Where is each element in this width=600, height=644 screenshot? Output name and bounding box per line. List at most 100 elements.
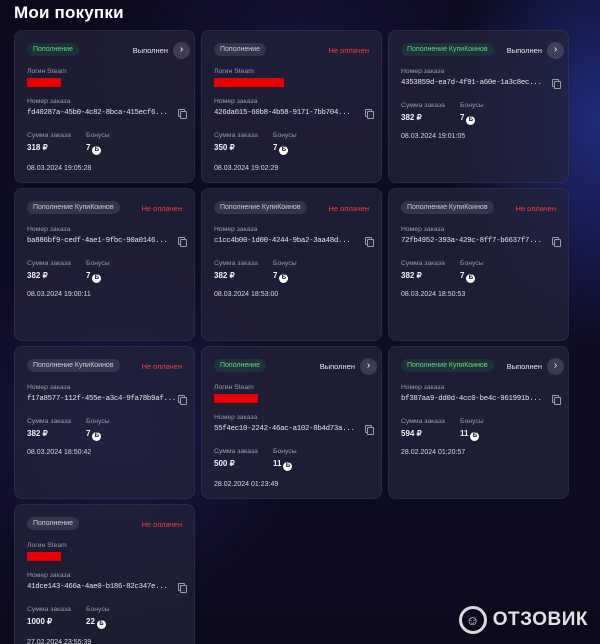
order-sum: 382 ₽ — [401, 113, 422, 122]
bonus-value: 7 — [273, 143, 278, 152]
copy-icon[interactable] — [552, 395, 561, 405]
order-number: 41dce143-466a-4ae0-b186-82c347e... — [27, 583, 168, 591]
order-status: Не оплачен — [328, 46, 369, 55]
purchase-type-badge: Пополнение КупиКоинов — [401, 359, 494, 372]
order-sum-label: Сумма заказа — [401, 260, 445, 267]
bonuses-label: Бонусы — [86, 260, 110, 267]
order-number: ba886bf9-cedf-4ae1-9fbc-90a0146... — [27, 237, 168, 245]
order-date: 08.03.2024 19:05:28 — [27, 165, 92, 172]
bonuses-label: Бонусы — [273, 132, 297, 139]
redacted-login — [214, 78, 284, 87]
bonuses-label: Бонусы — [273, 448, 297, 455]
order-number-label: Номер заказа — [214, 98, 258, 105]
chevron-right-icon[interactable]: › — [173, 42, 190, 59]
copy-icon[interactable] — [178, 583, 187, 593]
order-number-label: Номер заказа — [214, 414, 258, 421]
chevron-right-icon[interactable]: › — [360, 358, 377, 375]
order-date: 08.03.2024 19:02:29 — [214, 165, 279, 172]
order-number: f17a8577-112f-455e-a3c4-9fa78b9af... — [27, 395, 176, 403]
copy-icon[interactable] — [365, 425, 374, 435]
chevron-right-icon[interactable]: › — [547, 358, 564, 375]
order-sum-label: Сумма заказа — [214, 260, 258, 267]
bonus-coin-icon: Б — [466, 274, 476, 283]
order-number-label: Номер заказа — [401, 68, 445, 75]
copy-icon[interactable] — [552, 79, 561, 89]
bonus-value: 11 — [273, 459, 282, 468]
order-sum: 594 ₽ — [401, 429, 422, 438]
bonus-amount: 7Б — [273, 271, 289, 283]
order-date: 08.03.2024 18:50:53 — [401, 291, 466, 298]
purchase-type-badge: Пополнение — [27, 43, 79, 56]
bonuses-label: Бонусы — [460, 102, 484, 109]
order-number: 55f4ec10-2242-46ac-a102-8b4d73a... — [214, 425, 355, 433]
copy-icon[interactable] — [178, 237, 187, 247]
order-status: Выполнен — [506, 362, 542, 371]
bonus-coin-icon: Б — [279, 274, 289, 283]
bonus-coin-icon: Б — [92, 432, 102, 441]
order-sum-label: Сумма заказа — [27, 132, 71, 139]
order-status: Не оплачен — [141, 362, 182, 371]
purchase-type-badge: Пополнение КупиКоинов — [214, 201, 307, 214]
order-status: Выполнен — [132, 46, 168, 55]
bonus-amount: 22 Б — [86, 617, 106, 629]
copy-icon[interactable] — [552, 237, 561, 247]
purchase-card[interactable]: Пополнение КупиКоинов Не оплачен Номер зак… — [14, 346, 195, 499]
order-status: Не оплачен — [515, 204, 556, 213]
otzovik-logo-icon: ☺ — [458, 606, 487, 634]
copy-icon[interactable] — [178, 395, 187, 405]
order-status: Не оплачен — [141, 204, 182, 213]
bonuses-label: Бонусы — [460, 260, 484, 267]
steam-login-label: Логин Steam — [27, 542, 67, 549]
purchase-card[interactable]: Пополнение КупиКоинов Не оплачен Номер зак… — [14, 188, 195, 341]
bonuses-label: Бонусы — [86, 132, 110, 139]
steam-login-label: Логин Steam — [27, 68, 67, 75]
purchase-card[interactable]: Пополнение КупиКоинов Выполнен › Номер зака… — [388, 346, 569, 499]
order-sum: 350 ₽ — [214, 143, 235, 152]
bonus-value: 11 — [460, 429, 469, 438]
bonus-coin-icon: Б — [92, 274, 102, 283]
order-number-label: Номер заказа — [401, 384, 445, 391]
chevron-right-icon[interactable]: › — [547, 42, 564, 59]
order-number: fd40287a-45b0-4c82-8bca-415ecf6... — [27, 109, 168, 117]
bonus-amount: 11 Б — [460, 429, 480, 441]
bonus-value: 7 — [273, 271, 278, 280]
order-number-label: Номер заказа — [401, 226, 445, 233]
order-sum-label: Сумма заказа — [27, 418, 71, 425]
bonus-amount: 7Б — [86, 429, 102, 441]
order-sum: 382 ₽ — [401, 271, 422, 280]
purchase-type-badge: Пополнение КупиКоинов — [27, 201, 120, 214]
bonus-amount: 7Б — [273, 143, 289, 155]
order-number: bf387aa9-dd0d-4cc0-be4c-961991b... — [401, 395, 542, 403]
purchase-card[interactable]: Пополнение Выполнен › Логин Steam Номер зака… — [201, 346, 382, 499]
order-number-label: Номер заказа — [214, 226, 258, 233]
purchase-card[interactable]: Пополнение КупиКоинов Выполнен › Номер зака… — [388, 30, 569, 183]
purchase-type-badge: Пополнение — [214, 43, 266, 56]
order-sum-label: Сумма заказа — [401, 418, 445, 425]
order-number: 72fb4952-393a-429c-8ff7-b6637f7... — [401, 237, 542, 245]
copy-icon[interactable] — [365, 109, 374, 119]
purchase-type-badge: Пополнение — [214, 359, 266, 372]
purchase-card[interactable]: Пополнение КупиКоинов Не оплачен Номер зак… — [201, 188, 382, 341]
bonuses-label: Бонусы — [273, 260, 297, 267]
bonus-coin-icon: Б — [92, 146, 102, 155]
purchase-card[interactable]: Пополнение Не оплачен Логин Steam Номер зак… — [201, 30, 382, 183]
bonus-coin-icon: Б — [470, 432, 480, 441]
bonus-amount: 11 Б — [273, 459, 293, 471]
copy-icon[interactable] — [178, 109, 187, 119]
bonuses-label: Бонусы — [86, 418, 110, 425]
purchase-card[interactable]: Пополнение Выполнен › Логин Steam Номер зака… — [14, 30, 195, 183]
copy-icon[interactable] — [365, 237, 374, 247]
order-sum-label: Сумма заказа — [27, 606, 71, 613]
order-date: 08.03.2024 19:01:05 — [401, 133, 466, 140]
order-status: Не оплачен — [141, 520, 182, 529]
purchase-card[interactable]: Пополнение Не оплачен Логин Steam Номер зак… — [14, 504, 195, 644]
bonus-value: 7 — [86, 271, 91, 280]
watermark-text: ОТЗОВИК — [492, 609, 588, 630]
bonus-amount: 7Б — [86, 271, 102, 283]
purchase-card[interactable]: Пополнение КупиКоинов Не оплачен Номер зак… — [388, 188, 569, 341]
order-sum: 382 ₽ — [214, 271, 235, 280]
order-number: 426da615-60b8-4b58-9171-7bb704... — [214, 109, 351, 117]
bonuses-label: Бонусы — [460, 418, 484, 425]
order-sum: 382 ₽ — [27, 271, 48, 280]
steam-login-label: Логин Steam — [214, 68, 254, 75]
